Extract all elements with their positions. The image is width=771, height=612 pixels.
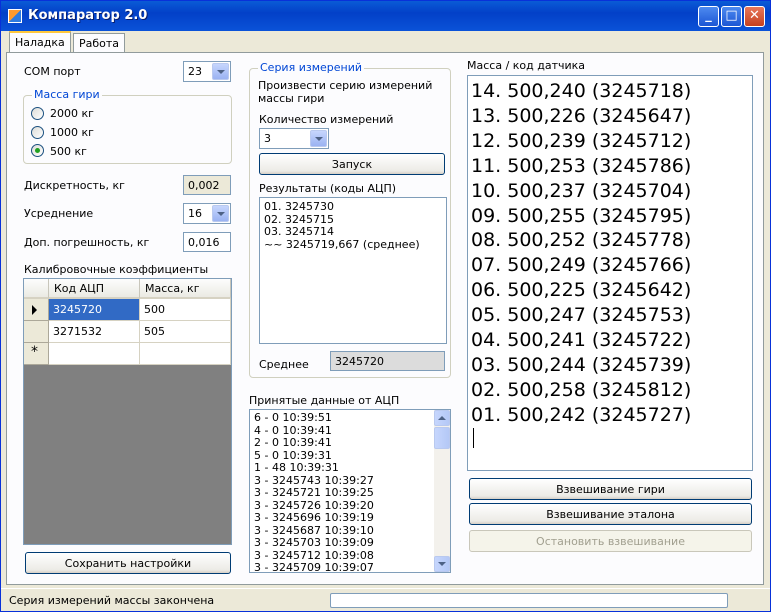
status-text: Серия измерений массы закончена bbox=[9, 594, 215, 607]
list-item: 03. 500,244 (3245739) bbox=[471, 353, 692, 376]
row-header-current[interactable] bbox=[24, 299, 49, 321]
progress-bar bbox=[330, 593, 728, 608]
list-item[interactable]: 01. 3245730 bbox=[264, 200, 442, 214]
adc-list[interactable]: 6 - 0 10:39:51 4 - 0 10:39:41 2 - 0 10:3… bbox=[249, 409, 451, 573]
list-item: 08. 500,252 (3245778) bbox=[471, 229, 692, 252]
chevron-down-icon[interactable] bbox=[212, 205, 229, 222]
list-item: 04. 500,241 (3245722) bbox=[471, 329, 692, 352]
weight-2000-radio[interactable] bbox=[31, 107, 44, 120]
weight-1000-radio[interactable] bbox=[31, 126, 44, 139]
results-list[interactable]: 01. 3245730 02. 3245715 03. 3245714 ~~ 3… bbox=[259, 197, 447, 344]
weight-500-radio[interactable] bbox=[31, 144, 44, 157]
weight-1000-label: 1000 кг bbox=[50, 126, 94, 139]
list-item: 06. 500,225 (3245642) bbox=[471, 279, 692, 302]
list-item: 09. 500,255 (3245795) bbox=[471, 204, 692, 227]
list-item[interactable]: 03. 3245714 bbox=[264, 225, 442, 239]
chevron-down-icon[interactable] bbox=[212, 63, 229, 80]
tolerance-field[interactable]: 0,016 bbox=[183, 232, 231, 252]
weigh-reference-button[interactable]: Взвешивание эталона bbox=[469, 503, 752, 525]
table-cell-new[interactable] bbox=[49, 343, 140, 365]
series-description: Произвести серию измерений массы гири bbox=[258, 79, 433, 105]
table-cell[interactable]: 500 bbox=[140, 299, 231, 321]
calib-table[interactable]: Код АЦП Масса, кг 3245720 500 3271532 50… bbox=[23, 278, 232, 545]
list-item: 11. 500,253 (3245786) bbox=[471, 154, 692, 177]
results-label: Результаты (коды АЦП) bbox=[259, 182, 397, 195]
com-port-select[interactable]: 23 bbox=[183, 61, 231, 82]
list-item: 05. 500,247 (3245753) bbox=[471, 304, 692, 327]
tab-work[interactable]: Работа bbox=[73, 33, 125, 53]
com-port-label: COM порт bbox=[24, 65, 81, 78]
list-item: 02. 500,258 (3245812) bbox=[471, 378, 692, 401]
row-header[interactable] bbox=[24, 321, 49, 343]
list-item[interactable]: 1 - 48 10:39:31 bbox=[254, 461, 374, 475]
resolution-field[interactable]: 0,002 bbox=[183, 175, 231, 195]
weight-500-label: 500 кг bbox=[50, 145, 87, 158]
list-item: 07. 500,249 (3245766) bbox=[471, 254, 692, 277]
list-item: 12. 500,239 (3245712) bbox=[471, 129, 692, 152]
corner-header bbox=[24, 279, 49, 299]
weigh-weight-button[interactable]: Взвешивание гири bbox=[469, 478, 752, 500]
series-group-title: Серия измерений bbox=[258, 61, 364, 74]
list-item: 13. 500,226 (3245647) bbox=[471, 104, 692, 127]
minimize-icon: _ bbox=[705, 8, 712, 23]
weight-group-title: Масса гири bbox=[32, 88, 102, 101]
status-bar: Серия измерений массы закончена bbox=[1, 588, 770, 611]
chevron-down-icon[interactable] bbox=[310, 130, 327, 147]
count-label: Количество измерений bbox=[259, 113, 394, 126]
list-item: 14. 500,240 (3245718) bbox=[471, 80, 692, 102]
average-field[interactable]: 3245720 bbox=[330, 351, 445, 371]
current-row-icon bbox=[32, 305, 37, 315]
row-header-new[interactable]: * bbox=[24, 343, 49, 365]
adc-scrollbar[interactable] bbox=[434, 410, 450, 572]
column-header-mass[interactable]: Масса, кг bbox=[140, 279, 231, 299]
title-bar[interactable]: Компаратор 2.0 _ □ ✕ bbox=[1, 1, 770, 31]
mass-label: Масса / код датчика bbox=[467, 59, 586, 72]
averaging-select[interactable]: 16 bbox=[183, 203, 231, 224]
averaging-label: Усреднение bbox=[24, 207, 94, 220]
window-title: Компаратор 2.0 bbox=[28, 8, 148, 23]
column-header-adc[interactable]: Код АЦП bbox=[49, 279, 140, 299]
table-cell-new[interactable] bbox=[140, 343, 231, 365]
list-item: 10. 500,237 (3245704) bbox=[471, 179, 692, 202]
main-window: Компаратор 2.0 _ □ ✕ Наладка Работа COM … bbox=[0, 0, 771, 612]
list-item[interactable]: 3 - 3245696 10:39:19 bbox=[254, 511, 374, 525]
adc-label: Принятые данные от АЦП bbox=[249, 394, 400, 407]
save-settings-button[interactable]: Сохранить настройки bbox=[25, 552, 231, 574]
count-value: 3 bbox=[264, 132, 271, 145]
list-item[interactable]: ~~ 3245719,667 (среднее) bbox=[264, 238, 442, 252]
list-item[interactable]: 3 - 3245703 10:39:09 bbox=[254, 536, 374, 550]
table-cell[interactable]: 505 bbox=[140, 321, 231, 343]
start-button[interactable]: Запуск bbox=[259, 153, 445, 175]
count-select[interactable]: 3 bbox=[259, 128, 329, 149]
new-row-icon: * bbox=[31, 344, 38, 360]
tab-setup[interactable]: Наладка bbox=[9, 31, 71, 53]
resolution-label: Дискретность, кг bbox=[24, 179, 125, 192]
close-button[interactable]: ✕ bbox=[744, 6, 765, 27]
list-item[interactable]: 3 - 3245721 10:39:25 bbox=[254, 486, 374, 500]
maximize-button[interactable]: □ bbox=[721, 6, 742, 27]
scroll-down-icon[interactable] bbox=[434, 556, 450, 572]
app-icon bbox=[8, 9, 22, 23]
stop-weighing-button: Остановить взвешивание bbox=[469, 530, 752, 552]
table-cell[interactable]: 3245720 bbox=[49, 299, 140, 321]
com-port-value: 23 bbox=[188, 65, 202, 78]
list-item[interactable]: 6 - 0 10:39:51 bbox=[254, 411, 374, 425]
adc-lines: 6 - 0 10:39:51 4 - 0 10:39:41 2 - 0 10:3… bbox=[254, 411, 374, 572]
scroll-thumb[interactable] bbox=[434, 427, 450, 449]
minimize-button[interactable]: _ bbox=[698, 6, 719, 27]
list-item[interactable]: 3 - 3245709 10:39:07 bbox=[254, 561, 374, 572]
weight-2000-label: 2000 кг bbox=[50, 107, 94, 120]
tolerance-label: Доп. погрешность, кг bbox=[24, 236, 150, 249]
average-label: Среднее bbox=[259, 358, 309, 371]
calib-title: Калибровочные коэффициенты bbox=[24, 263, 209, 276]
scroll-up-icon[interactable] bbox=[434, 410, 450, 426]
mass-textbox[interactable]: 14. 500,240 (3245718) 13. 500,226 (32456… bbox=[467, 75, 753, 471]
text-cursor bbox=[473, 427, 474, 448]
list-item: 01. 500,242 (3245727) bbox=[471, 403, 692, 426]
table-cell[interactable]: 3271532 bbox=[49, 321, 140, 343]
averaging-value: 16 bbox=[188, 207, 202, 220]
close-icon: ✕ bbox=[749, 8, 760, 23]
maximize-icon: □ bbox=[725, 8, 738, 23]
list-item[interactable]: 2 - 0 10:39:41 bbox=[254, 436, 374, 450]
